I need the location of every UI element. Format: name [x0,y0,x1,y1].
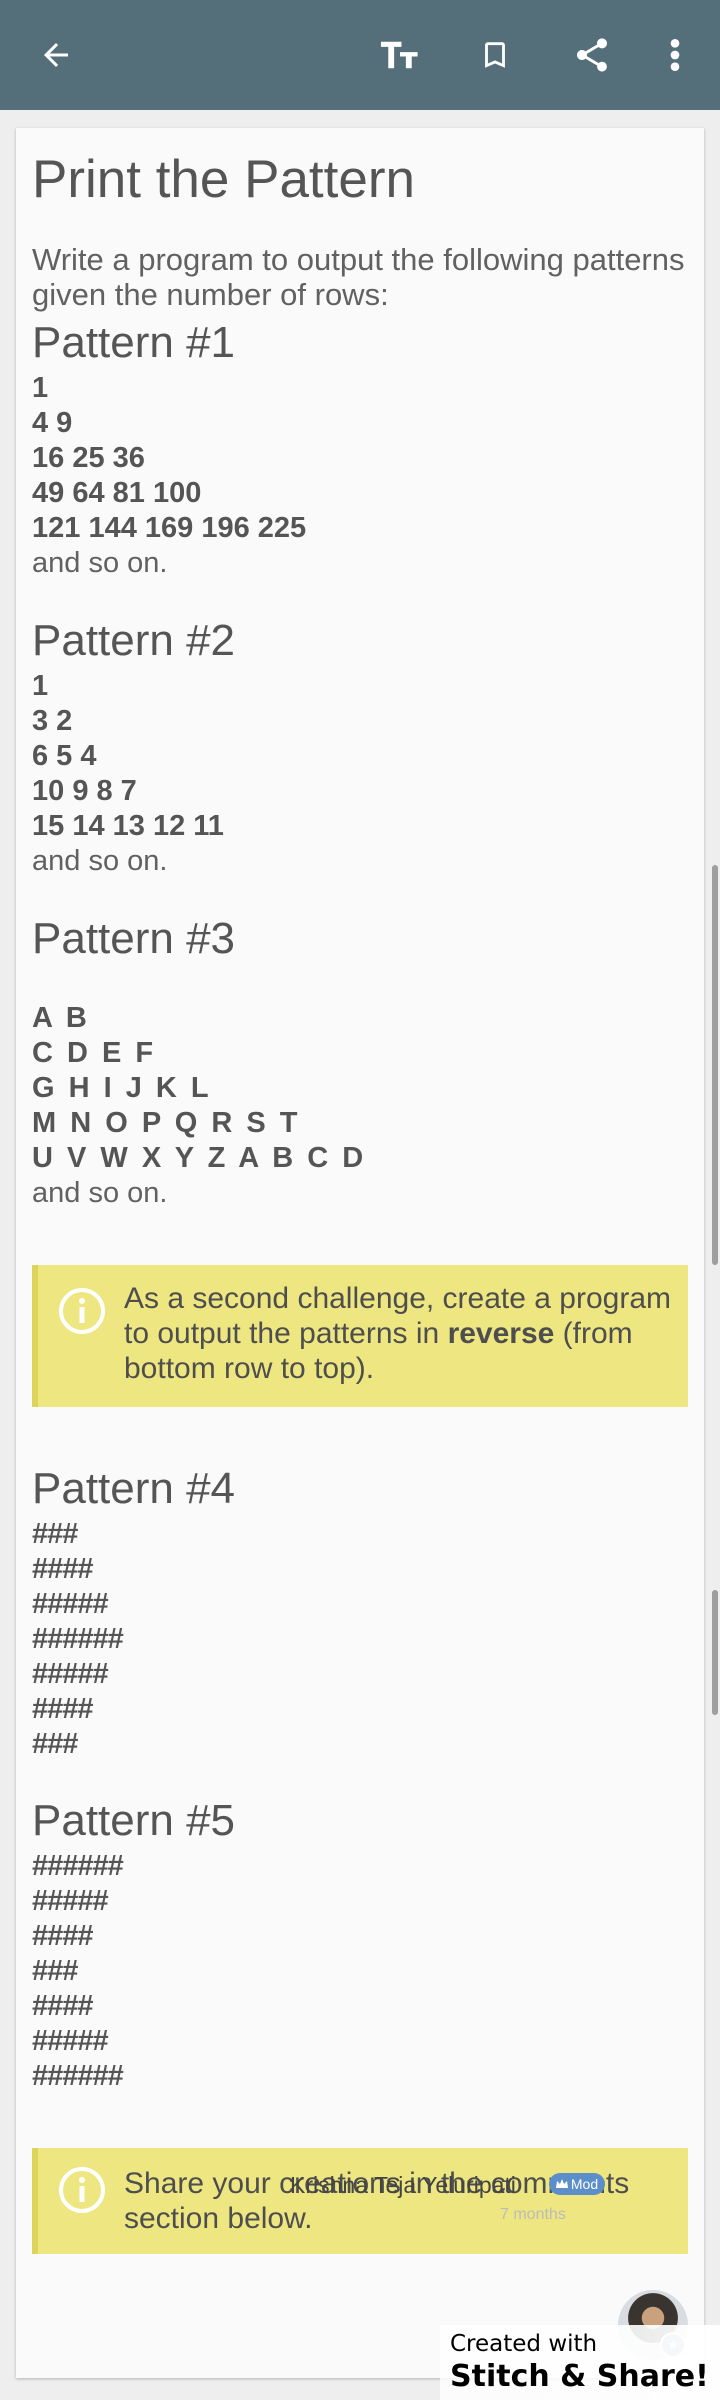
pattern-1-title: Pattern #1 [32,318,236,367]
pattern-2-block: 1 3 2 6 5 4 10 9 8 7 15 14 13 12 11 and … [32,669,224,879]
arrow-left-icon [44,43,68,67]
author-name[interactable]: Krishna Teja Yeluripati [290,2172,516,2199]
pattern-line: U V W X Y Z A B C D [32,1142,367,1174]
scrollbar-thumb-secondary[interactable] [712,1590,718,1715]
pattern-line: ### [32,1518,78,1550]
post-age: 7 months [500,2206,566,2223]
share-button[interactable] [562,25,622,85]
pattern-line: 4 9 [32,407,73,439]
pattern-line: 6 5 4 [32,740,97,772]
pattern-5-title: Pattern #5 [32,1796,236,1845]
pattern-line: 1 [32,372,49,404]
watermark-line-1: Created with [450,2331,598,2357]
pattern-3-block: A B C D E F G H I J K L M N O P Q R S T … [32,1001,366,1211]
pattern-line: ### [32,1728,78,1760]
pattern-line: 121 144 169 196 225 [32,512,307,544]
mod-badge-label: Mod [570,2176,599,2192]
lesson-title: Print the Pattern [32,150,415,209]
pattern-line: ##### [32,2025,109,2057]
pattern-5-block: ###### ##### #### ### #### ##### ###### [32,1849,124,2094]
pattern-line: #### [32,1920,94,1952]
pattern-line: ###### [32,1623,124,1655]
pattern-line: G H I J K L [32,1072,212,1104]
pattern-line: #### [32,1693,94,1725]
pattern-line: 15 14 13 12 11 [32,810,224,842]
pattern-4-block: ### #### ##### ###### ##### #### ### [32,1517,124,1762]
pattern-footer: and so on. [32,547,168,579]
challenge-note-text: As a second challenge, create a program … [124,1282,671,1385]
text-size-button[interactable] [370,25,430,85]
scrollbar-thumb[interactable] [712,865,718,1265]
pattern-line: 10 9 8 7 [32,775,137,807]
pattern-line: 49 64 81 100 [32,477,202,509]
pattern-2-title: Pattern #2 [32,616,236,665]
bookmark-button[interactable] [465,25,525,85]
more-options-button[interactable] [645,25,705,85]
info-icon [59,2167,105,2213]
pattern-3-title: Pattern #3 [32,914,236,963]
pattern-footer: and so on. [32,1177,168,1209]
pattern-line: #### [32,1990,94,2022]
pattern-footer: and so on. [32,845,168,877]
watermark: Created with Stitch & Share! [440,2325,720,2400]
pattern-line: C D E F [32,1037,157,1069]
back-button[interactable] [26,25,86,85]
pattern-line: 16 25 36 [32,442,145,474]
pattern-line: ##### [32,1658,109,1690]
info-icon [59,1288,105,1334]
bookmark-icon [485,42,505,68]
app-toolbar [0,0,720,110]
more-vertical-icon [670,39,680,71]
pattern-line: ###### [32,1850,124,1882]
lesson-intro: Write a program to output the following … [32,242,685,312]
pattern-line: ##### [32,1588,109,1620]
pattern-line: M N O P Q R S T [32,1107,301,1139]
crown-icon [555,2179,568,2188]
text-size-icon [380,41,418,69]
pattern-line: ### [32,1955,78,1987]
pattern-line: #### [32,1553,94,1585]
challenge-note: As a second challenge, create a program … [32,1265,688,1407]
mod-badge: Mod [549,2173,605,2195]
share-icon [577,38,607,72]
pattern-line: ###### [32,2060,124,2092]
pattern-1-block: 1 4 9 16 25 36 49 64 81 100 121 144 169 … [32,371,306,581]
author-info[interactable]: Krishna Teja Yeluripati Mod 7 months [290,2156,690,2226]
watermark-line-2: Stitch & Share! [450,2359,709,2394]
pattern-line: ##### [32,1885,109,1917]
pattern-line: 1 [32,670,49,702]
pattern-line: A B [32,1002,90,1034]
pattern-4-title: Pattern #4 [32,1464,236,1513]
pattern-line: 3 2 [32,705,73,737]
lesson-card: Print the Pattern Write a program to out… [16,128,704,2378]
